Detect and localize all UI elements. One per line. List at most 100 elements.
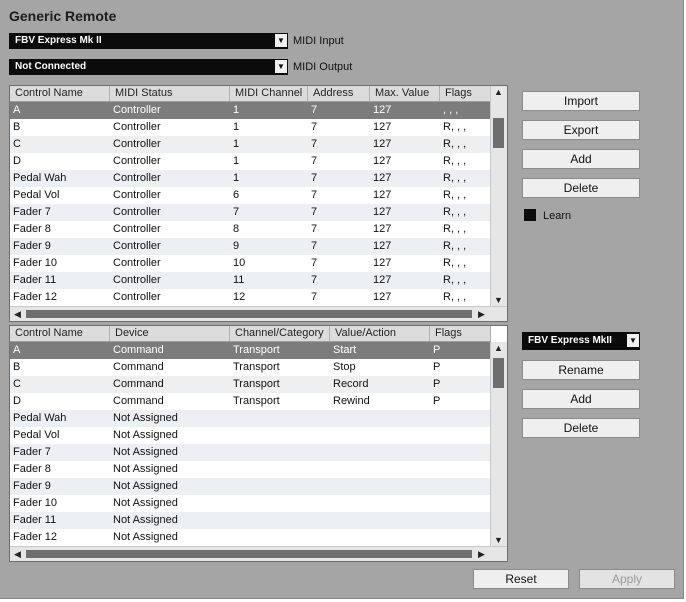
table-row[interactable]: Fader 12 Controller 12 7 127 R, , , xyxy=(10,289,491,306)
generic-remote-window: Generic Remote FBV Express Mk II ▼ MIDI … xyxy=(0,0,684,599)
table-cell: 127 xyxy=(373,172,392,184)
table-cell xyxy=(430,410,491,427)
table-row[interactable]: D Command Transport Rewind P xyxy=(10,393,491,410)
table-cell: D xyxy=(13,155,21,167)
hscroll-thumb[interactable] xyxy=(26,310,472,318)
add-assignment-button[interactable]: Add xyxy=(522,389,640,409)
column-header[interactable]: Channel/Category xyxy=(230,326,330,341)
learn-checkbox[interactable] xyxy=(524,209,536,221)
column-header[interactable]: MIDI Status xyxy=(110,86,230,101)
table-row[interactable]: Pedal Vol Not Assigned xyxy=(10,427,491,444)
vscroll-thumb[interactable] xyxy=(493,118,504,148)
table-row[interactable]: Pedal Wah Controller 1 7 127 R, , , xyxy=(10,170,491,187)
column-header[interactable]: Value/Action xyxy=(330,326,430,341)
table-cell: Transport xyxy=(233,361,280,373)
table-cell: Fader 9 xyxy=(13,480,51,492)
arrow-up-icon[interactable]: ▲ xyxy=(491,342,506,354)
vscroll-thumb[interactable] xyxy=(493,358,504,388)
table-cell: 127 xyxy=(373,206,392,218)
table-cell: B xyxy=(13,361,21,373)
table-row[interactable]: C Controller 1 7 127 R, , , xyxy=(10,136,491,153)
table-row[interactable]: B Controller 1 7 127 R, , , xyxy=(10,119,491,136)
apply-button[interactable]: Apply xyxy=(579,569,675,589)
table-row[interactable]: Fader 7 Not Assigned xyxy=(10,444,491,461)
export-button[interactable]: Export xyxy=(522,120,640,140)
arrow-right-icon[interactable]: ▶ xyxy=(474,308,489,320)
table-row[interactable]: Pedal Vol Controller 6 7 127 R, , , xyxy=(10,187,491,204)
table-cell: Controller xyxy=(113,104,161,116)
table-row[interactable]: C Command Transport Record P xyxy=(10,376,491,393)
reset-button[interactable]: Reset xyxy=(473,569,569,589)
table-row[interactable]: Fader 11 Not Assigned xyxy=(10,512,491,529)
delete-assignment-button[interactable]: Delete xyxy=(522,418,640,438)
column-header[interactable]: Control Name xyxy=(10,86,110,101)
bank-select-dropdown[interactable]: FBV Express MkII ▼ xyxy=(522,332,640,350)
table-cell: 11 xyxy=(233,274,245,286)
table-cell: Not Assigned xyxy=(113,429,178,441)
table-row[interactable]: Fader 7 Controller 7 7 127 R, , , xyxy=(10,204,491,221)
table-cell: P xyxy=(433,361,441,373)
table-row[interactable]: A Command Transport Start P xyxy=(10,342,491,359)
arrow-left-icon[interactable]: ◀ xyxy=(10,308,25,320)
chevron-down-icon: ▼ xyxy=(627,334,639,347)
table-row[interactable]: Fader 9 Not Assigned xyxy=(10,478,491,495)
table-cell xyxy=(330,495,430,512)
controller-table-vscrollbar[interactable]: ▲ ▼ xyxy=(490,86,507,306)
import-button[interactable]: Import xyxy=(522,91,640,111)
table-row[interactable]: B Command Transport Stop P xyxy=(10,359,491,376)
table-cell: Pedal Wah xyxy=(13,172,67,184)
table-row[interactable]: Fader 10 Controller 10 7 127 R, , , xyxy=(10,255,491,272)
assignment-table: Control Name Device Channel/Category Value/… xyxy=(9,325,508,562)
table-cell: Fader 11 xyxy=(13,514,57,526)
column-header[interactable]: MIDI Channel xyxy=(230,86,308,101)
table-cell xyxy=(430,512,491,529)
chevron-down-icon: ▼ xyxy=(275,60,287,73)
table-cell: 12 xyxy=(233,291,246,303)
table-row[interactable]: Fader 12 Not Assigned xyxy=(10,529,491,546)
table-cell: 6 xyxy=(233,189,240,201)
table-row[interactable]: Fader 8 Not Assigned xyxy=(10,461,491,478)
rename-button[interactable]: Rename xyxy=(522,360,640,380)
hscroll-thumb[interactable] xyxy=(26,550,472,558)
table-cell: 127 xyxy=(373,189,392,201)
table-cell: 127 xyxy=(373,155,392,167)
table-cell: Not Assigned xyxy=(113,463,178,475)
column-header[interactable]: Max. Value xyxy=(370,86,440,101)
add-button[interactable]: Add xyxy=(522,149,640,169)
column-header[interactable]: Flags xyxy=(440,86,491,101)
midi-input-dropdown[interactable]: FBV Express Mk II ▼ xyxy=(9,33,288,49)
arrow-left-icon[interactable]: ◀ xyxy=(10,548,25,560)
table-row[interactable]: Fader 8 Controller 8 7 127 R, , , xyxy=(10,221,491,238)
table-cell: R, , , xyxy=(443,189,467,201)
assignment-table-vscrollbar[interactable]: ▲ ▼ xyxy=(490,342,507,546)
table-row[interactable]: D Controller 1 7 127 R, , , xyxy=(10,153,491,170)
column-header[interactable]: Control Name xyxy=(10,326,110,341)
assignment-table-hscrollbar[interactable]: ◀ ▶ xyxy=(10,546,507,561)
table-cell: 127 xyxy=(373,138,392,150)
table-cell: Command xyxy=(113,361,164,373)
arrow-up-icon[interactable]: ▲ xyxy=(491,86,506,98)
midi-output-dropdown[interactable]: Not Connected ▼ xyxy=(9,59,288,75)
table-cell: R, , , xyxy=(443,257,467,269)
arrow-right-icon[interactable]: ▶ xyxy=(474,548,489,560)
delete-button[interactable]: Delete xyxy=(522,178,640,198)
table-cell: Pedal Vol xyxy=(13,189,60,201)
table-row[interactable]: Fader 9 Controller 9 7 127 R, , , xyxy=(10,238,491,255)
controller-table-hscrollbar[interactable]: ◀ ▶ xyxy=(10,306,507,321)
column-header[interactable]: Address xyxy=(308,86,370,101)
column-header[interactable]: Flags xyxy=(430,326,491,341)
table-row[interactable]: Fader 10 Not Assigned xyxy=(10,495,491,512)
table-cell: Fader 10 xyxy=(13,497,58,509)
table-cell: 10 xyxy=(233,257,246,269)
table-cell xyxy=(430,427,491,444)
table-cell: 7 xyxy=(311,257,318,269)
table-row[interactable]: Pedal Wah Not Assigned xyxy=(10,410,491,427)
table-cell: P xyxy=(433,378,441,390)
table-cell: Controller xyxy=(113,206,161,218)
table-row[interactable]: A Controller 1 7 127 , , , xyxy=(10,102,491,119)
column-header[interactable]: Device xyxy=(110,326,230,341)
arrow-down-icon[interactable]: ▼ xyxy=(491,534,506,546)
table-cell xyxy=(330,410,430,427)
table-row[interactable]: Fader 11 Controller 11 7 127 R, , , xyxy=(10,272,491,289)
arrow-down-icon[interactable]: ▼ xyxy=(491,294,506,306)
